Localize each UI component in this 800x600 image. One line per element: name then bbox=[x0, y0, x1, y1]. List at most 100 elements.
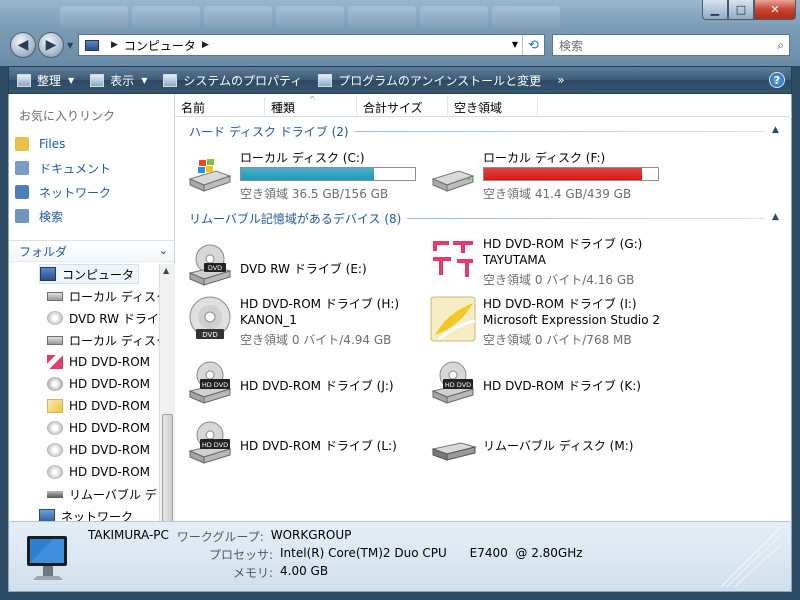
favorite-link[interactable]: ネットワーク bbox=[15, 180, 111, 204]
column-type-label: 種類 bbox=[271, 100, 296, 115]
folder-icon bbox=[15, 137, 29, 151]
system-properties-label: システムのプロパティ bbox=[183, 73, 303, 88]
hd-dvd-drive-icon: HD DVD bbox=[188, 361, 232, 404]
folder-tree-item[interactable]: HD DVD-ROM bbox=[47, 462, 150, 482]
drive-i[interactable]: HD DVD-ROM ドライブ (I:) Microsoft Expressio… bbox=[429, 295, 665, 351]
folder-tree-item-label: HD DVD-ROM bbox=[69, 443, 151, 457]
drive-k[interactable]: HD DVD HD DVD-ROM ドライブ (K:) bbox=[429, 359, 665, 415]
address-dropdown-icon[interactable]: ▼ bbox=[512, 40, 518, 49]
favorite-link[interactable]: 検索 bbox=[15, 204, 111, 228]
computer-icon bbox=[85, 39, 99, 51]
folder-tree-item-label: リムーバブル デ bbox=[69, 487, 157, 502]
scrollbar-thumb[interactable] bbox=[162, 414, 173, 524]
navigation-pane: お気に入りリンク Files ドキュメント ネットワーク 検索 フォルダ ⌄ コンピュ… bbox=[9, 94, 175, 524]
organize-label: 整理 bbox=[37, 73, 62, 88]
address-bar[interactable]: ▶ コンピュータ ▶ ▼ ⟲ bbox=[78, 34, 545, 56]
column-free-space[interactable]: 空き領域 bbox=[448, 97, 538, 117]
expression-icon bbox=[47, 399, 63, 413]
background-windows bbox=[60, 6, 560, 28]
search-input[interactable]: 検索 ⌕ bbox=[552, 34, 790, 56]
recent-pages-dropdown[interactable]: ▼ bbox=[67, 41, 73, 50]
drive-c[interactable]: ローカル ディスク (C:) 空き領域 36.5 GB/156 GB bbox=[186, 149, 422, 205]
collapse-group-icon[interactable]: ▲ bbox=[772, 212, 779, 222]
folder-tree-item[interactable]: HD DVD-ROM bbox=[47, 374, 150, 394]
forward-button[interactable]: ▶ bbox=[38, 32, 64, 58]
collapse-group-icon[interactable]: ▲ bbox=[772, 125, 779, 135]
folder-tree-scrollbar[interactable]: ▲ bbox=[159, 264, 175, 524]
folder-tree-item[interactable]: HD DVD-ROM bbox=[47, 396, 150, 416]
column-total-size[interactable]: 合計サイズ bbox=[357, 97, 448, 117]
folder-tree-item[interactable]: ローカル ディスク bbox=[47, 330, 159, 350]
folder-tree-item[interactable]: DVD RW ドライブ bbox=[47, 308, 159, 328]
breadcrumb-computer[interactable]: コンピュータ bbox=[124, 37, 196, 54]
scroll-up-icon[interactable]: ▲ bbox=[163, 266, 169, 275]
more-commands-button[interactable]: » bbox=[549, 67, 572, 93]
computer-icon bbox=[40, 267, 56, 281]
group-header-removable[interactable]: リムーバブル記憶域があるデバイス (8) bbox=[189, 210, 401, 226]
hd-dvd-drive-icon: HD DVD bbox=[188, 421, 232, 464]
chevron-down-icon[interactable]: ⌄ bbox=[159, 244, 168, 257]
uninstall-program-label: プログラムのアンインストールと変更 bbox=[338, 73, 542, 88]
network-icon bbox=[39, 509, 55, 521]
maximize-button[interactable]: □ bbox=[728, 0, 754, 20]
chevron-down-icon: ▼ bbox=[68, 75, 75, 85]
removable-disk-icon bbox=[47, 490, 63, 498]
breadcrumb-separator-icon[interactable]: ▶ bbox=[111, 40, 118, 50]
programs-icon bbox=[318, 73, 333, 87]
tayutama-disc-icon bbox=[431, 237, 475, 281]
folder-tree-item-label: HD DVD-ROM bbox=[69, 465, 151, 479]
folder-tree-item[interactable]: HD DVD-ROM bbox=[47, 440, 150, 460]
folder-tree-item[interactable]: コンピュータ bbox=[39, 264, 140, 284]
drive-j[interactable]: HD DVD HD DVD-ROM ドライブ (J:) bbox=[186, 359, 422, 415]
back-button[interactable]: ◀ bbox=[10, 32, 36, 58]
folder-tree-item[interactable]: ネットワーク bbox=[39, 506, 133, 521]
folder-tree-item-label: コンピュータ bbox=[62, 267, 135, 282]
favorite-link-label: 検索 bbox=[39, 209, 64, 224]
details-computer-row: TAKIMURA-PC ワークグループ: WORKGROUP bbox=[9, 528, 351, 545]
folder-tree-item[interactable]: HD DVD-ROM bbox=[47, 352, 150, 372]
organize-button[interactable]: 整理 ▼ bbox=[9, 67, 82, 93]
forward-arrow-icon: ▶ bbox=[45, 37, 57, 53]
drive-h[interactable]: DVD HD DVD-ROM ドライブ (H:) KANON_1 空き領域 0 … bbox=[186, 295, 422, 351]
drive-e[interactable]: DVD DVD RW ドライブ (E:) bbox=[186, 241, 422, 297]
drive-f-name: ローカル ディスク (F:) bbox=[483, 151, 606, 165]
favorite-link[interactable]: Files bbox=[15, 132, 111, 156]
system-properties-button[interactable]: システムのプロパティ bbox=[155, 67, 310, 93]
folders-title: フォルダ bbox=[19, 244, 68, 259]
column-name[interactable]: 名前 bbox=[175, 97, 265, 117]
views-button[interactable]: 表示 ▼ bbox=[82, 67, 155, 93]
svg-text:DVD: DVD bbox=[202, 331, 217, 339]
drive-m[interactable]: リムーバブル ディスク (M:) bbox=[429, 419, 665, 475]
folder-tree-item[interactable]: HD DVD-ROM bbox=[47, 418, 150, 438]
help-icon[interactable]: ? bbox=[769, 72, 785, 88]
breadcrumb-separator-icon[interactable]: ▶ bbox=[202, 40, 209, 50]
favorite-link[interactable]: ドキュメント bbox=[15, 156, 111, 180]
svg-text:HD DVD: HD DVD bbox=[445, 381, 471, 389]
drive-g[interactable]: HD DVD-ROM ドライブ (G:) TAYUTAMA 空き領域 0 バイト… bbox=[429, 235, 665, 291]
memory-label: メモリ: bbox=[232, 566, 273, 580]
drive-f-usage-bar bbox=[483, 167, 659, 181]
group-header-hard-disks[interactable]: ハード ディスク ドライブ (2) bbox=[189, 123, 349, 139]
hard-drive-icon bbox=[47, 335, 63, 345]
drive-l[interactable]: HD DVD HD DVD-ROM ドライブ (L:) bbox=[186, 419, 422, 475]
refresh-button[interactable]: ⟲ bbox=[522, 35, 544, 55]
drive-f-usage-fill bbox=[484, 168, 642, 180]
folder-tree-item[interactable]: リムーバブル デ bbox=[47, 484, 157, 504]
hd-dvd-drive-icon bbox=[47, 421, 63, 435]
close-button[interactable]: ✕ bbox=[754, 0, 796, 20]
favorite-link-label: Files bbox=[39, 137, 66, 151]
uninstall-program-button[interactable]: プログラムのアンインストールと変更 bbox=[310, 67, 549, 93]
network-icon bbox=[15, 185, 29, 199]
drive-m-name: リムーバブル ディスク (M:) bbox=[483, 439, 634, 453]
column-type[interactable]: 種類 ^ bbox=[265, 95, 357, 117]
drive-l-name: HD DVD-ROM ドライブ (L:) bbox=[240, 439, 397, 453]
folder-tree-item[interactable]: ローカル ディスク bbox=[47, 286, 159, 306]
folder-tree-item-label: HD DVD-ROM bbox=[69, 399, 151, 413]
minimize-button[interactable]: ▁ bbox=[702, 0, 728, 20]
search-icon[interactable]: ⌕ bbox=[777, 38, 784, 53]
folders-header[interactable]: フォルダ ⌄ bbox=[9, 240, 174, 262]
dvd-disc-icon: DVD bbox=[189, 296, 231, 339]
drive-f[interactable]: ローカル ディスク (F:) 空き領域 41.4 GB/439 GB bbox=[429, 149, 665, 205]
folder-tree: コンピュータローカル ディスク DVD RW ドライブローカル ディスク HD DV… bbox=[9, 264, 159, 521]
folder-tree-item-label: HD DVD-ROM bbox=[69, 421, 151, 435]
